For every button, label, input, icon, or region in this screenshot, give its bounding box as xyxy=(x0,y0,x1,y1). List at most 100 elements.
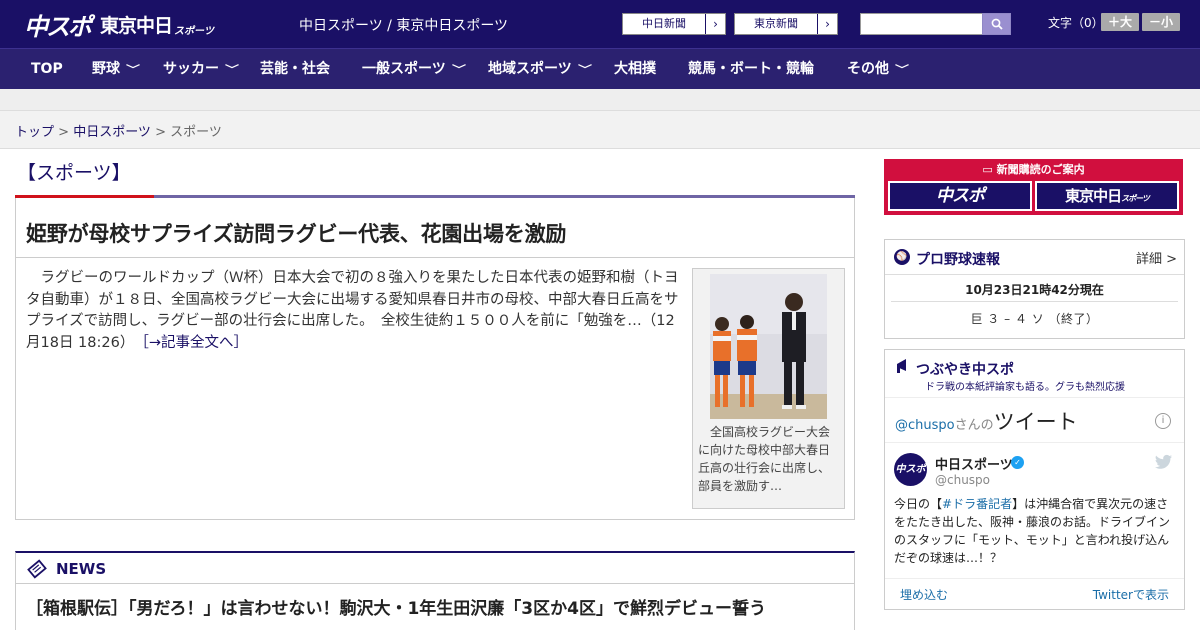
chevron-down-icon: ﹀ xyxy=(225,65,239,76)
subscription-title: ▭ 新聞購読のご案内 xyxy=(884,161,1183,177)
site-logo[interactable]: 中スポ 東京中日 スポーツ xyxy=(24,8,214,41)
subscribe-tokyo-chunichi-label: 東京中日 xyxy=(1065,187,1122,205)
nav-geino[interactable]: 芸能・社会 xyxy=(260,49,330,90)
baseball-detail-link[interactable]: 詳細 > xyxy=(1136,248,1177,267)
spacer-strip xyxy=(0,89,1200,111)
nav-yakyu-label: 野球 xyxy=(92,61,120,77)
font-smaller-button[interactable]: －小 xyxy=(1142,13,1180,31)
font-larger-button[interactable]: ＋大 xyxy=(1101,13,1139,31)
baseball-icon: ⚾ xyxy=(894,249,910,265)
news-item[interactable]: ［箱根駅伝］「男だろ！」は言わせない！駒沢大・1年生田沢廉「3区か4区」で鮮烈デ… xyxy=(26,596,854,623)
tweets-by-handle[interactable]: @chuspo xyxy=(895,418,955,433)
photo-caption: 全国高校ラグビー大会に向けた母校中部大春日丘高の壮行会に出席し、部員を激励す… xyxy=(698,425,831,493)
subscribe-chuspo-button[interactable]: 中スポ xyxy=(888,181,1032,211)
search-button[interactable] xyxy=(982,13,1011,35)
nav-keiba-label: 競馬・ボート・競輪 xyxy=(688,61,814,77)
tweet-divider xyxy=(885,442,1184,443)
avatar[interactable]: 中スポ xyxy=(894,453,927,486)
tweet-account-handle[interactable]: @chuspo xyxy=(935,473,990,487)
view-on-twitter-link[interactable]: Twitterで表示 xyxy=(1093,586,1169,603)
read-full-article-link[interactable]: ［→記事全文へ］ xyxy=(142,335,248,351)
nav-top[interactable]: TOP xyxy=(31,49,63,90)
article-divider xyxy=(16,257,854,258)
megaphone-icon xyxy=(897,359,906,373)
chunichi-shimbun-link[interactable]: 中日新聞 › xyxy=(622,13,726,35)
verified-badge-icon: ✓ xyxy=(1011,456,1024,469)
font-size-label: 文字（0） xyxy=(1048,16,1104,30)
chunichi-shimbun-label: 中日新聞 xyxy=(642,17,686,30)
search-icon xyxy=(991,18,1003,30)
tweet-text: 今日の【#ドラ番記者】は沖縄合宿で異次元の速さをたたき出した、阪神・藤浪のお話。… xyxy=(894,495,1179,567)
tweet-widget: つぶやき中スポ ドラ戦の本紙評論家も語る。グラも熱烈応援 @chuspoさんのツ… xyxy=(884,349,1185,610)
article-photo[interactable] xyxy=(710,274,827,419)
baseball-title: プロ野球速報 xyxy=(916,252,1000,268)
nav-chiiki[interactable]: 地域スポーツ ﹀ xyxy=(488,49,592,90)
newspaper-icon: ▭ xyxy=(982,163,993,176)
article-summary-text: ラグビーのワールドカップ（Ｗ杯）日本大会で初の８強入りを果たした日本代表の姫野和… xyxy=(26,270,679,351)
main-nav: TOP 野球 ﹀ サッカー ﹀ 芸能・社会 一般スポーツ ﹀ 地域スポーツ ﹀ 大相撲 … xyxy=(0,48,1200,89)
chevron-down-icon: ﹀ xyxy=(577,65,592,76)
baseball-score[interactable]: 巨 ３ – ４ ソ （終了） xyxy=(885,310,1184,327)
tokyo-shimbun-label: 東京新聞 xyxy=(754,17,798,30)
chevron-right-icon: › xyxy=(817,14,837,34)
news-section-header: NEWS xyxy=(15,551,855,583)
breadcrumb-separator: > xyxy=(54,125,74,140)
news-label: NEWS xyxy=(56,560,107,578)
tweet-divider xyxy=(885,397,1184,398)
nav-yakyu[interactable]: 野球 ﹀ xyxy=(92,49,140,90)
nav-ippan-label: 一般スポーツ xyxy=(362,61,446,77)
subscription-title-text: 新聞購読のご案内 xyxy=(996,163,1085,176)
chevron-right-icon: › xyxy=(705,14,725,34)
subscribe-sports-small: スポーツ xyxy=(1121,194,1150,203)
tokyo-shimbun-link[interactable]: 東京新聞 › xyxy=(734,13,838,35)
chevron-down-icon: ﹀ xyxy=(895,65,909,76)
section-title: 【スポーツ】 xyxy=(17,162,131,184)
subscribe-tokyo-chunichi-button[interactable]: 東京中日スポーツ xyxy=(1035,181,1179,211)
breadcrumb-current: スポーツ xyxy=(170,125,222,140)
logo-chuspo: 中スポ xyxy=(24,12,92,41)
baseball-divider xyxy=(891,301,1178,302)
subscription-banner: ▭ 新聞購読のご案内 中スポ 東京中日スポーツ xyxy=(884,159,1183,215)
tweet-text-pre: 今日の【 xyxy=(894,497,943,511)
chevron-down-icon: ﹀ xyxy=(126,65,140,76)
tweet-widget-subtitle: ドラ戦の本紙評論家も語る。グラも熱烈応援 xyxy=(925,382,1125,393)
logo-tokyo-chunichi: 東京中日 xyxy=(100,14,173,37)
nav-top-label: TOP xyxy=(31,61,63,77)
nav-chiiki-label: 地域スポーツ xyxy=(488,61,572,77)
chevron-down-icon: ﹀ xyxy=(451,65,466,76)
article-summary: ラグビーのワールドカップ（Ｗ杯）日本大会で初の８強入りを果たした日本代表の姫野和… xyxy=(26,268,686,354)
search-input[interactable] xyxy=(860,13,983,35)
nav-sonota[interactable]: その他 ﹀ xyxy=(847,49,909,90)
rugby-players-photo xyxy=(710,274,827,419)
breadcrumb-separator: > xyxy=(150,125,171,140)
article-photo-box[interactable]: 全国高校ラグビー大会に向けた母校中部大春日丘高の壮行会に出席し、部員を激励す… xyxy=(692,268,845,509)
baseball-timestamp: 10月23日21時42分現在 xyxy=(965,283,1104,297)
nav-sumo[interactable]: 大相撲 xyxy=(614,49,656,90)
baseball-widget-header: ⚾ プロ野球速報 詳細 > xyxy=(885,240,1184,275)
info-icon[interactable]: i xyxy=(1155,413,1171,429)
nav-soccer-label: サッカー xyxy=(163,61,219,77)
tweet-account-name[interactable]: 中日スポーツ xyxy=(935,454,1013,473)
breadcrumb: トップ > 中日スポーツ > スポーツ xyxy=(15,121,222,140)
article-headline[interactable]: 姫野が母校サプライズ訪問ラグビー代表、花園出場を激励 xyxy=(26,218,566,248)
breadcrumb-home[interactable]: トップ xyxy=(15,125,54,140)
embed-link[interactable]: 埋め込む xyxy=(900,586,948,603)
nav-ippan[interactable]: 一般スポーツ ﹀ xyxy=(362,49,466,90)
site-title: 中日スポーツ / 東京中日スポーツ xyxy=(299,18,509,34)
tweet-divider xyxy=(885,578,1184,579)
tweet-widget-title: つぶやき中スポ xyxy=(916,362,1014,378)
nav-soccer[interactable]: サッカー ﹀ xyxy=(163,49,239,90)
news-list: ［箱根駅伝］「男だろ！」は言わせない！駒沢大・1年生田沢廉「3区か4区」で鮮烈デ… xyxy=(15,583,855,630)
logo-sports: スポーツ xyxy=(174,25,214,37)
breadcrumb-chunichi-sports[interactable]: 中日スポーツ xyxy=(73,125,151,140)
tweets-by-word: ツイート xyxy=(993,410,1078,434)
nav-keiba[interactable]: 競馬・ボート・競輪 xyxy=(688,49,814,90)
nav-geino-label: 芸能・社会 xyxy=(260,61,330,77)
tweet-hashtag[interactable]: #ドラ番記者 xyxy=(942,497,1012,511)
tweets-by-san: さんの xyxy=(954,418,994,433)
breadcrumb-bar: トップ > 中日スポーツ > スポーツ xyxy=(0,111,1200,149)
tweets-by-heading: @chuspoさんのツイート xyxy=(895,406,1078,436)
top-header: 中スポ 東京中日 スポーツ 中日スポーツ / 東京中日スポーツ 中日新聞 › 東… xyxy=(0,0,1200,48)
nav-sonota-label: その他 xyxy=(847,61,889,77)
twitter-bird-icon[interactable] xyxy=(1155,454,1173,470)
